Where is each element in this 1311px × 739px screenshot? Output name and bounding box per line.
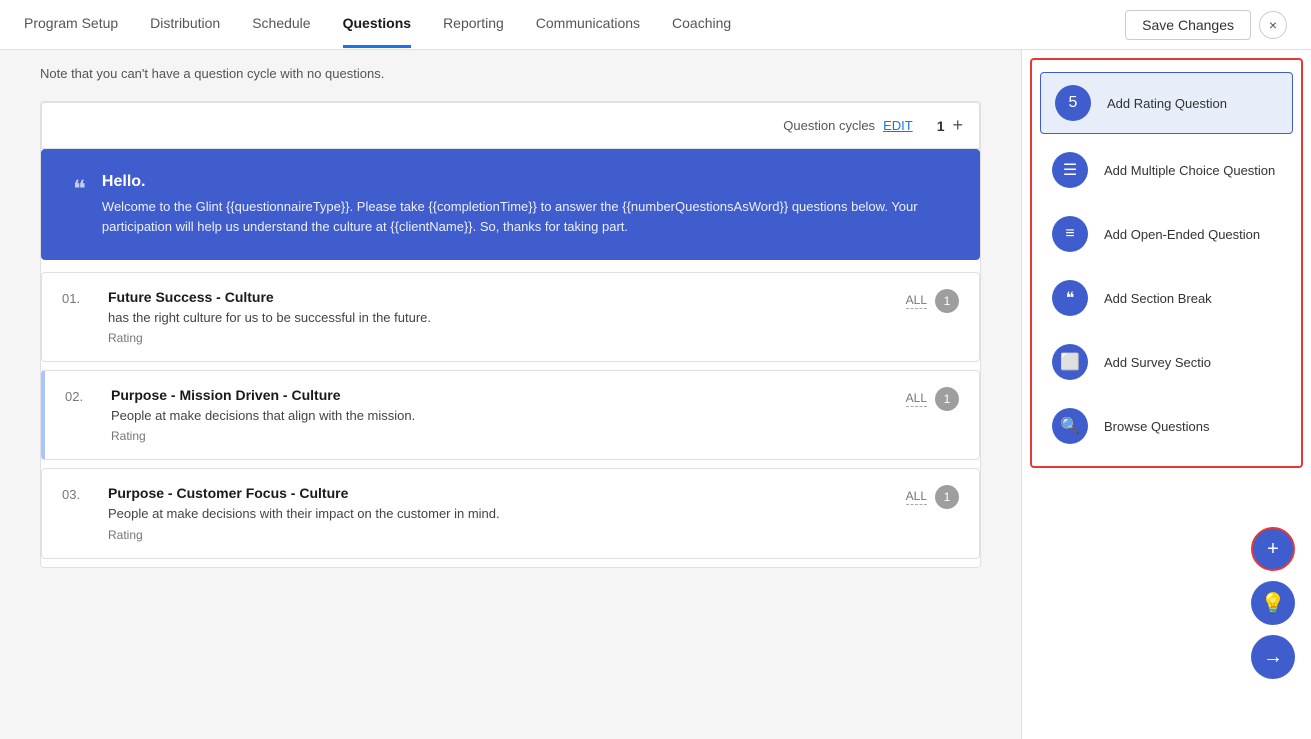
question-item[interactable]: 01. Future Success - Culture has the rig… [41, 272, 980, 362]
fab-plus-button[interactable]: + [1251, 527, 1295, 571]
fab-arrow-button[interactable]: → [1251, 635, 1295, 679]
question-content: Purpose - Customer Focus - Culture Peopl… [108, 485, 890, 541]
question-type: Rating [111, 429, 890, 443]
save-button[interactable]: Save Changes [1125, 10, 1251, 40]
nav-item-questions[interactable]: Questions [343, 1, 411, 48]
welcome-body: Welcome to the Glint {{questionnaireType… [102, 197, 948, 236]
panel-item-icon: 🔍 [1052, 408, 1088, 444]
nav: Program Setup Distribution Schedule Questio… [24, 1, 1125, 48]
add-cycle-button[interactable]: + [952, 115, 963, 136]
panel-item-icon: ⬜ [1052, 344, 1088, 380]
panel-item-add-rating[interactable]: 5 Add Rating Question [1040, 72, 1293, 134]
cycle-badge: 1 [935, 289, 959, 313]
welcome-content: Hello. Welcome to the Glint {{questionna… [102, 173, 948, 236]
panel-item-add-section[interactable]: ❝ Add Section Break [1032, 266, 1301, 330]
question-number: 02. [65, 387, 95, 404]
question-body: People at make decisions that align with… [111, 407, 890, 425]
note-text: Note that you can't have a question cycl… [40, 66, 981, 81]
welcome-title: Hello. [102, 173, 948, 191]
panel-item-icon: 5 [1055, 85, 1091, 121]
question-type: Rating [108, 331, 890, 345]
edit-link[interactable]: EDIT [883, 118, 913, 133]
panel-item-label: Browse Questions [1104, 419, 1210, 434]
question-title: Purpose - Mission Driven - Culture [111, 387, 890, 403]
cycle-badge: 1 [935, 387, 959, 411]
question-body: has the right culture for us to be succe… [108, 309, 890, 327]
question-cycles-label: Question cycles [783, 118, 875, 133]
panel-item-icon: ≡ [1052, 216, 1088, 252]
panel-item-icon: ☰ [1052, 152, 1088, 188]
panel-item-add-multiple[interactable]: ☰ Add Multiple Choice Question [1032, 138, 1301, 202]
question-title: Purpose - Customer Focus - Culture [108, 485, 890, 501]
question-number: 01. [62, 289, 92, 306]
nav-item-program-setup[interactable]: Program Setup [24, 1, 118, 48]
nav-item-reporting[interactable]: Reporting [443, 1, 504, 48]
fab-light-button[interactable]: 💡 [1251, 581, 1295, 625]
welcome-banner: ❝ Hello. Welcome to the Glint {{question… [41, 149, 980, 260]
nav-item-schedule[interactable]: Schedule [252, 1, 310, 48]
question-title: Future Success - Culture [108, 289, 890, 305]
quote-icon: ❝ [73, 175, 86, 204]
close-button[interactable]: × [1259, 11, 1287, 39]
right-panel: 5 Add Rating Question ☰ Add Multiple Cho… [1021, 50, 1311, 739]
fab-container: + 💡 → [1251, 527, 1295, 679]
audience-label: ALL [906, 293, 927, 309]
question-cycles-bar: Question cycles EDIT 1 + [41, 102, 980, 149]
cycle-badge: 1 [935, 485, 959, 509]
question-number: 03. [62, 485, 92, 502]
question-body: People at make decisions with their impa… [108, 505, 890, 523]
panel-item-label: Add Open-Ended Question [1104, 227, 1260, 242]
main-layout: Note that you can't have a question cycl… [0, 50, 1311, 739]
panel-item-icon: ❝ [1052, 280, 1088, 316]
panel-item-label: Add Rating Question [1107, 96, 1227, 111]
panel-item-label: Add Section Break [1104, 291, 1212, 306]
panel-item-label: Add Survey Sectio [1104, 355, 1211, 370]
header: Program Setup Distribution Schedule Questio… [0, 0, 1311, 50]
nav-item-coaching[interactable]: Coaching [672, 1, 731, 48]
questions-list: 01. Future Success - Culture has the rig… [41, 272, 980, 559]
audience-label: ALL [906, 489, 927, 505]
question-item[interactable]: 03. Purpose - Customer Focus - Culture P… [41, 468, 980, 558]
content-area: Note that you can't have a question cycl… [0, 50, 1021, 739]
cycle-number: 1 [937, 118, 945, 134]
panel-item-label: Add Multiple Choice Question [1104, 163, 1275, 178]
question-type: Rating [108, 528, 890, 542]
question-content: Purpose - Mission Driven - Culture Peopl… [111, 387, 890, 443]
question-meta: ALL 1 [906, 485, 959, 509]
audience-label: ALL [906, 391, 927, 407]
nav-item-distribution[interactable]: Distribution [150, 1, 220, 48]
panel-item-add-survey[interactable]: ⬜ Add Survey Sectio [1032, 330, 1301, 394]
header-actions: Save Changes × [1125, 10, 1287, 40]
question-item[interactable]: 02. Purpose - Mission Driven - Culture P… [41, 370, 980, 460]
panel-menu: 5 Add Rating Question ☰ Add Multiple Cho… [1030, 58, 1303, 468]
nav-item-communications[interactable]: Communications [536, 1, 640, 48]
question-content: Future Success - Culture has the right c… [108, 289, 890, 345]
panel-item-browse[interactable]: 🔍 Browse Questions [1032, 394, 1301, 458]
questions-container: Question cycles EDIT 1 + ❝ Hello. Welcom… [40, 101, 981, 568]
question-meta: ALL 1 [906, 289, 959, 313]
question-meta: ALL 1 [906, 387, 959, 411]
panel-item-add-open[interactable]: ≡ Add Open-Ended Question [1032, 202, 1301, 266]
